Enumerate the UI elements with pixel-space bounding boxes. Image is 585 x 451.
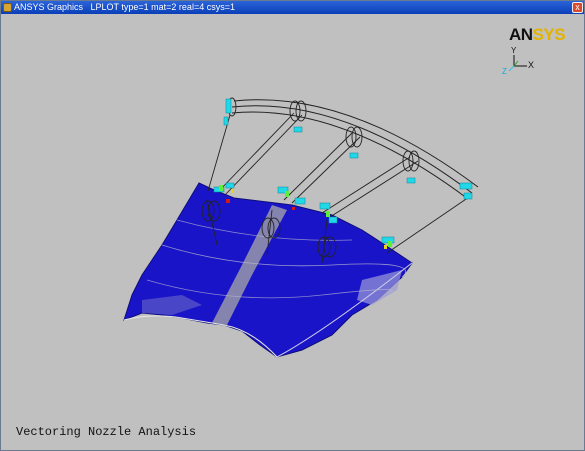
ansys-logo: ANSYS bbox=[509, 25, 566, 45]
title-app-name: ANSYS Graphics bbox=[14, 2, 84, 12]
close-icon: x bbox=[575, 2, 580, 12]
triad-y-label: Y bbox=[511, 46, 517, 55]
triad-x-label: X bbox=[528, 60, 535, 70]
ansys-graphics-window: ANSYS Graphics LPLOT type=1 mat=2 real=4… bbox=[0, 0, 585, 451]
title-bar[interactable]: ANSYS Graphics LPLOT type=1 mat=2 real=4… bbox=[1, 1, 584, 14]
model-view[interactable] bbox=[2, 15, 583, 449]
plot-caption: Vectoring Nozzle Analysis bbox=[16, 425, 197, 439]
coordinate-triad bbox=[508, 55, 527, 72]
nozzle-shell bbox=[123, 182, 413, 358]
title-plot-info: LPLOT type=1 mat=2 real=4 csys=1 bbox=[90, 2, 235, 12]
window-title: ANSYS Graphics LPLOT type=1 mat=2 real=4… bbox=[14, 1, 235, 14]
graphics-viewport[interactable]: ANSYS X Z Y Vectoring Nozzle Analysis bbox=[2, 15, 583, 449]
triad-z-label: Z bbox=[502, 67, 507, 76]
logo-part2: SYS bbox=[532, 25, 566, 44]
logo-part1: AN bbox=[509, 25, 533, 44]
ansys-app-icon bbox=[3, 3, 12, 12]
close-button[interactable]: x bbox=[572, 2, 583, 13]
